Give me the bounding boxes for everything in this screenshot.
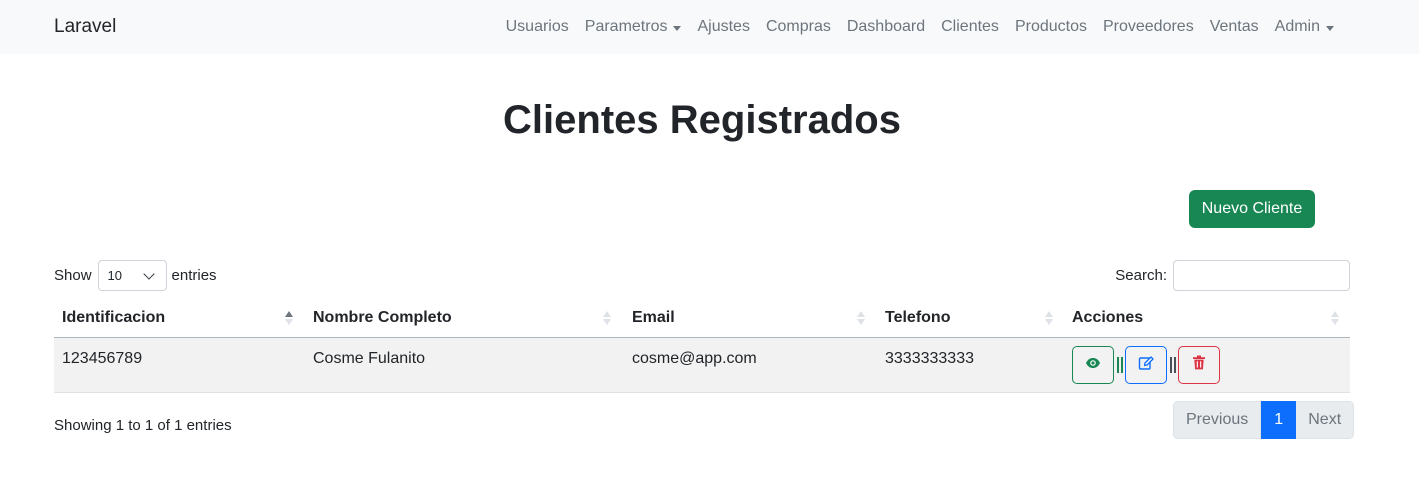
- nav-item-proveedores[interactable]: Proveedores: [1095, 15, 1202, 39]
- sort-icon: [1331, 311, 1339, 327]
- edit-icon: [1138, 355, 1154, 376]
- column-header-acciones[interactable]: Acciones: [1064, 298, 1350, 338]
- nav-item-label: Dashboard: [846, 18, 926, 35]
- table-info: Showing 1 to 1 of 1 entries: [54, 417, 232, 434]
- nav-item-label: Productos: [1014, 18, 1087, 35]
- nav-item-parametros[interactable]: Parametros: [577, 15, 690, 39]
- view-button[interactable]: [1072, 346, 1114, 384]
- nav-item-ajustes[interactable]: Ajustes: [689, 15, 757, 39]
- navbar: Laravel Usuarios Parametros Ajustes Comp…: [0, 0, 1419, 54]
- clients-table: Identificacion Nombre Completo Email Tel…: [54, 298, 1350, 393]
- column-header-nombre[interactable]: Nombre Completo: [305, 298, 623, 338]
- table-row: 123456789 Cosme Fulanito cosme@app.com 3…: [54, 338, 1350, 393]
- column-header-label: Telefono: [885, 309, 951, 326]
- search-input[interactable]: [1173, 260, 1350, 291]
- eye-icon: [1085, 355, 1101, 376]
- cell-telefono: 3333333333: [885, 350, 974, 367]
- sort-icon: [603, 311, 611, 327]
- column-header-email[interactable]: Email: [624, 298, 877, 338]
- column-header-telefono[interactable]: Telefono: [877, 298, 1064, 338]
- nav-item-label: Ajustes: [697, 18, 750, 35]
- column-header-label: Acciones: [1072, 309, 1144, 326]
- nav-item-label: Clientes: [941, 18, 999, 35]
- page-title: Clientes Registrados: [503, 98, 901, 142]
- entries-length-value: 10: [107, 268, 122, 283]
- nav-item-dashboard[interactable]: Dashboard: [839, 15, 933, 39]
- nav-item-label: Admin: [1274, 18, 1320, 35]
- separator: [1170, 357, 1176, 373]
- separator: [1117, 357, 1123, 373]
- page-1-button[interactable]: 1: [1261, 401, 1297, 439]
- nav-item-usuarios[interactable]: Usuarios: [498, 15, 577, 39]
- delete-button[interactable]: [1178, 346, 1220, 384]
- cell-nombre: Cosme Fulanito: [313, 350, 426, 367]
- column-header-label: Nombre Completo: [313, 309, 452, 326]
- chevron-down-icon: [142, 268, 155, 280]
- nav-item-label: Ventas: [1209, 18, 1259, 35]
- search-control: Search:: [1115, 260, 1350, 291]
- previous-page-button[interactable]: Previous: [1173, 401, 1262, 439]
- next-page-button[interactable]: Next: [1296, 401, 1355, 439]
- entries-length-control: Show 10 entries: [54, 260, 217, 291]
- entries-length-select[interactable]: 10: [97, 260, 167, 291]
- column-header-label: Email: [632, 309, 675, 326]
- row-actions: [1072, 346, 1220, 384]
- table-header: Identificacion Nombre Completo Email Tel…: [54, 298, 1350, 338]
- nav-menu: Usuarios Parametros Ajustes Compras Dash…: [498, 0, 1342, 54]
- pagination: Previous 1 Next: [1173, 401, 1355, 439]
- trash-icon: [1192, 355, 1206, 375]
- navbar-brand[interactable]: Laravel: [54, 15, 116, 39]
- nav-item-admin[interactable]: Admin: [1267, 15, 1342, 39]
- nav-item-label: Proveedores: [1102, 18, 1194, 35]
- nav-item-ventas[interactable]: Ventas: [1202, 15, 1267, 39]
- sort-icon: [1045, 311, 1053, 327]
- nav-item-label: Parametros: [584, 18, 668, 35]
- sort-icon: [857, 311, 865, 327]
- sort-asc-icon: [285, 311, 293, 327]
- new-client-button[interactable]: Nuevo Cliente: [1189, 190, 1315, 228]
- nav-item-compras[interactable]: Compras: [758, 15, 839, 39]
- caret-down-icon: [1326, 25, 1334, 31]
- nav-item-clientes[interactable]: Clientes: [933, 15, 1007, 39]
- search-label: Search:: [1115, 267, 1167, 284]
- show-label: Show: [54, 267, 92, 284]
- cell-identificacion: 123456789: [62, 350, 143, 367]
- column-header-identificacion[interactable]: Identificacion: [54, 298, 305, 338]
- nav-item-label: Usuarios: [505, 18, 569, 35]
- nav-item-label: Compras: [765, 18, 831, 35]
- cell-email: cosme@app.com: [632, 350, 757, 367]
- column-header-label: Identificacion: [62, 309, 166, 326]
- nav-item-productos[interactable]: Productos: [1007, 15, 1095, 39]
- caret-down-icon: [673, 25, 682, 31]
- edit-button[interactable]: [1125, 346, 1167, 384]
- entries-label: entries: [171, 267, 217, 284]
